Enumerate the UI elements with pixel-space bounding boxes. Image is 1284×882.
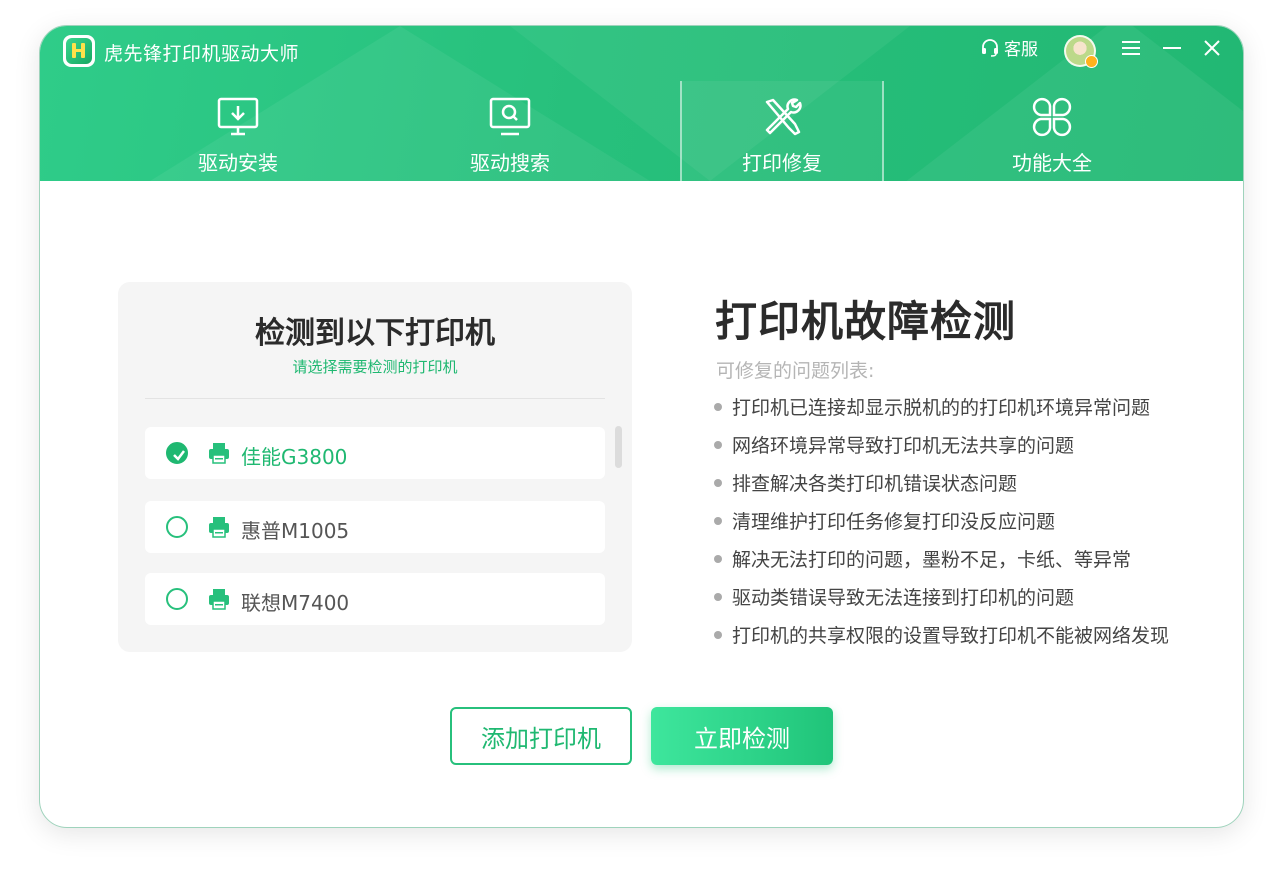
bullet-icon bbox=[714, 516, 722, 525]
headset-icon bbox=[982, 38, 998, 57]
printer-panel-subtitle: 请选择需要检测的打印机 bbox=[292, 358, 458, 376]
vip-badge-icon bbox=[1085, 55, 1098, 68]
detect-now-button[interactable]: 立即检测 bbox=[651, 707, 833, 765]
app-logo-icon bbox=[63, 35, 95, 67]
header-bar: 虎先锋打印机驱动大师 客服 驱动安装 驱动搜索 打印修复 功能大全 bbox=[40, 26, 1243, 181]
tab-label: 功能大全 bbox=[1012, 153, 1092, 175]
issue-item: 解决无法打印的问题，墨粉不足，卡纸、等异常 bbox=[714, 545, 1131, 572]
bullet-icon bbox=[714, 478, 722, 487]
app-window: 虎先锋打印机驱动大师 客服 驱动安装 驱动搜索 打印修复 功能大全 检测到以下打… bbox=[39, 25, 1244, 828]
printer-icon bbox=[209, 589, 229, 610]
radio-unchecked-icon[interactable] bbox=[166, 516, 188, 538]
close-icon bbox=[1204, 40, 1220, 56]
customer-service-button[interactable]: 客服 bbox=[980, 35, 1038, 60]
issue-item: 网络环境异常导致打印机无法共享的问题 bbox=[714, 431, 1074, 458]
issue-item: 排查解决各类打印机错误状态问题 bbox=[714, 469, 1017, 496]
minimize-icon bbox=[1163, 47, 1181, 49]
user-avatar[interactable] bbox=[1064, 35, 1098, 68]
bullet-icon bbox=[714, 592, 722, 601]
menu-icon bbox=[1122, 41, 1140, 55]
tab-print-repair[interactable]: 打印修复 bbox=[682, 81, 882, 181]
tab-divider bbox=[882, 81, 884, 181]
issue-item: 打印机的共享权限的设置导致打印机不能被网络发现 bbox=[714, 621, 1169, 648]
app-title: 虎先锋打印机驱动大师 bbox=[104, 44, 300, 65]
four-leaf-grid-icon bbox=[1032, 97, 1072, 137]
diagnosis-subtitle: 可修复的问题列表: bbox=[716, 360, 875, 382]
monitor-download-icon bbox=[217, 97, 259, 136]
printer-item[interactable]: 佳能G3800 bbox=[145, 427, 605, 479]
customer-service-label: 客服 bbox=[1004, 40, 1038, 60]
add-printer-button[interactable]: 添加打印机 bbox=[450, 707, 632, 765]
tab-label: 驱动安装 bbox=[198, 153, 278, 175]
bullet-icon bbox=[714, 630, 722, 639]
printer-item[interactable]: 联想M7400 bbox=[145, 573, 605, 625]
tab-label: 驱动搜索 bbox=[470, 153, 550, 175]
tab-label: 打印修复 bbox=[742, 153, 822, 175]
issue-item: 打印机已连接却显示脱机的的打印机环境异常问题 bbox=[714, 393, 1150, 420]
bullet-icon bbox=[714, 440, 722, 449]
bullet-icon bbox=[714, 554, 722, 563]
wrench-screwdriver-icon bbox=[765, 98, 802, 136]
printer-icon bbox=[209, 443, 229, 464]
printer-item[interactable]: 惠普M1005 bbox=[145, 501, 605, 553]
printer-list-panel: 检测到以下打印机 请选择需要检测的打印机 佳能G3800 惠普M1005 联想M… bbox=[118, 282, 632, 652]
issue-item: 驱动类错误导致无法连接到打印机的问题 bbox=[714, 583, 1074, 610]
radio-checked-icon[interactable] bbox=[166, 442, 188, 464]
radio-unchecked-icon[interactable] bbox=[166, 588, 188, 610]
monitor-search-icon bbox=[489, 97, 531, 136]
printer-icon bbox=[209, 517, 229, 538]
minimize-button[interactable] bbox=[1163, 40, 1181, 56]
bullet-icon bbox=[714, 402, 722, 411]
printer-panel-title: 检测到以下打印机 bbox=[255, 316, 495, 351]
tab-driver-install[interactable]: 驱动安装 bbox=[126, 81, 350, 181]
scrollbar[interactable] bbox=[615, 426, 622, 468]
tab-driver-search[interactable]: 驱动搜索 bbox=[398, 81, 622, 181]
menu-button[interactable] bbox=[1122, 40, 1140, 56]
close-button[interactable] bbox=[1204, 40, 1220, 56]
issue-item: 清理维护打印任务修复打印没反应问题 bbox=[714, 507, 1055, 534]
diagnosis-title: 打印机故障检测 bbox=[715, 297, 1017, 346]
divider bbox=[145, 398, 605, 399]
printer-name: 佳能G3800 bbox=[241, 445, 348, 469]
printer-name: 联想M7400 bbox=[241, 591, 350, 615]
printer-name: 惠普M1005 bbox=[241, 519, 350, 543]
tab-all-features[interactable]: 功能大全 bbox=[940, 81, 1164, 181]
